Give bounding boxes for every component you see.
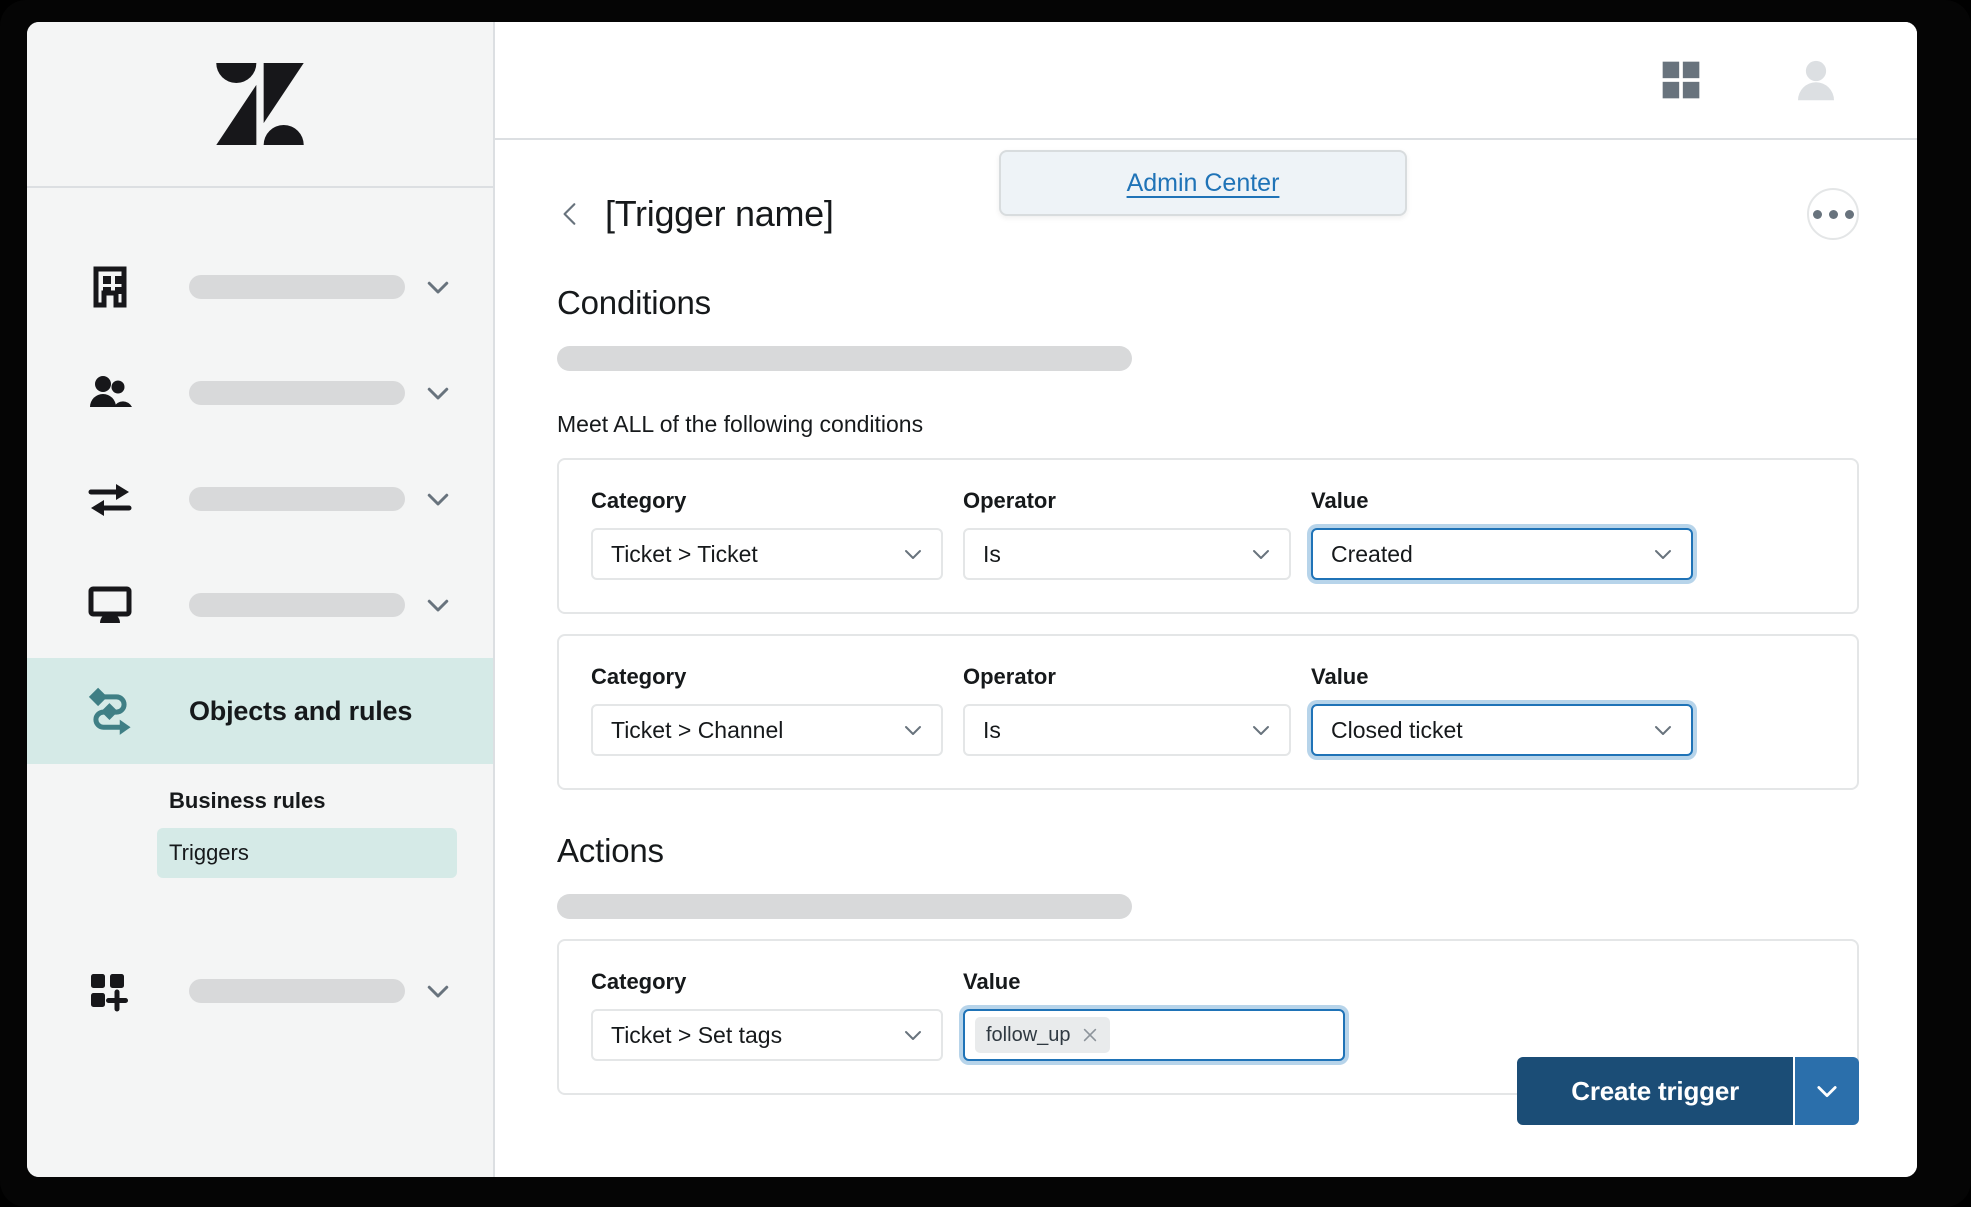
monitor-icon	[83, 578, 137, 632]
sidebar-item-4[interactable]	[27, 552, 493, 658]
select-value: Is	[983, 540, 1001, 567]
page-content: [Trigger name] Conditions Meet ALL of th…	[495, 140, 1917, 1095]
avatar[interactable]	[1789, 53, 1843, 107]
two-way-arrows-icon	[83, 472, 137, 526]
condition-row: Category Ticket > Ticket Operator Is Val…	[557, 458, 1859, 614]
sidebar-item-6[interactable]	[27, 938, 493, 1044]
field-label-value: Value	[1311, 488, 1369, 513]
meet-all-label: Meet ALL of the following conditions	[557, 411, 924, 437]
footer-actions: Create trigger	[1517, 1057, 1859, 1125]
condition-value-select[interactable]: Closed ticket	[1311, 704, 1693, 756]
apps-add-icon	[83, 964, 137, 1018]
chevron-down-icon	[905, 726, 921, 735]
sidebar-item-3[interactable]	[27, 446, 493, 552]
logo-area	[27, 22, 493, 188]
chevron-down-icon[interactable]	[423, 378, 453, 408]
create-trigger-dropdown-button[interactable]	[1793, 1057, 1859, 1125]
grid-icon[interactable]	[1659, 58, 1703, 102]
select-value: Created	[1331, 540, 1413, 567]
field-label-value: Value	[963, 969, 1021, 994]
sidebar-item-skeleton	[189, 381, 405, 405]
condition-category-select[interactable]: Ticket > Ticket	[591, 528, 943, 580]
page-title: [Trigger name]	[605, 193, 834, 234]
more-options-icon	[1844, 209, 1854, 219]
select-value: Ticket > Ticket	[611, 540, 758, 567]
condition-value-field: Value Closed ticket	[1311, 664, 1693, 756]
sidebar: Objects and rules Business rules Trigger…	[27, 22, 495, 1177]
chevron-down-icon	[1817, 1086, 1837, 1098]
condition-value-field: Value Created	[1311, 488, 1693, 580]
sidebar-item-skeleton	[189, 487, 405, 511]
building-icon	[83, 260, 137, 314]
chevron-down-icon[interactable]	[423, 590, 453, 620]
condition-operator-field: Operator Is	[963, 664, 1291, 756]
field-label-operator: Operator	[963, 488, 1056, 513]
condition-value-select[interactable]: Created	[1311, 528, 1693, 580]
action-category-field: Category Ticket > Set tags	[591, 969, 943, 1061]
sidebar-subitem-triggers[interactable]: Triggers	[157, 828, 457, 878]
sidebar-item-label: Objects and rules	[189, 695, 413, 726]
people-icon	[83, 366, 137, 420]
chevron-down-icon	[1655, 726, 1671, 735]
action-category-select[interactable]: Ticket > Set tags	[591, 1009, 943, 1061]
sidebar-item-skeleton	[189, 979, 405, 1003]
sidebar-item-skeleton	[189, 275, 405, 299]
sidebar-item-2[interactable]	[27, 340, 493, 446]
condition-category-field: Category Ticket > Channel	[591, 664, 943, 756]
action-tags-input[interactable]: follow_up	[963, 1009, 1345, 1061]
field-label-value: Value	[1311, 664, 1369, 689]
sidebar-item-1[interactable]	[27, 234, 493, 340]
condition-operator-field: Operator Is	[963, 488, 1291, 580]
app-window: Objects and rules Business rules Trigger…	[27, 22, 1917, 1177]
chevron-down-icon[interactable]	[423, 272, 453, 302]
actions-heading: Actions	[557, 832, 664, 869]
chevron-down-icon	[1655, 550, 1671, 559]
condition-operator-select[interactable]: Is	[963, 528, 1291, 580]
sidebar-subnav: Business rules Triggers	[27, 764, 493, 878]
more-options-icon	[1812, 209, 1822, 219]
more-options-icon	[1828, 209, 1838, 219]
back-chevron-icon[interactable]	[557, 197, 583, 231]
sidebar-item-objects-and-rules[interactable]: Objects and rules	[27, 658, 493, 764]
chevron-down-icon[interactable]	[423, 484, 453, 514]
main-area: Admin Center [Trigger name] Conditions M…	[495, 22, 1917, 1177]
tag-chip-label: follow_up	[986, 1023, 1071, 1046]
select-value: Ticket > Set tags	[611, 1021, 783, 1048]
admin-center-dropdown[interactable]: Admin Center	[999, 150, 1407, 216]
screen-frame: Objects and rules Business rules Trigger…	[0, 0, 1971, 1207]
condition-category-field: Category Ticket > Ticket	[591, 488, 943, 580]
chevron-down-icon	[1253, 550, 1269, 559]
zendesk-logo[interactable]	[214, 63, 306, 145]
chevron-down-icon	[905, 550, 921, 559]
more-options-button[interactable]	[1807, 188, 1859, 240]
sidebar-item-skeleton	[189, 593, 405, 617]
topbar	[495, 22, 1917, 140]
create-trigger-button[interactable]: Create trigger	[1517, 1057, 1793, 1125]
condition-category-select[interactable]: Ticket > Channel	[591, 704, 943, 756]
tag-chip[interactable]: follow_up	[975, 1017, 1110, 1053]
field-label-operator: Operator	[963, 664, 1056, 689]
objects-rules-icon	[83, 684, 137, 738]
chevron-down-icon[interactable]	[423, 976, 453, 1006]
subnav-heading-business-rules: Business rules	[169, 788, 326, 813]
actions-description-skeleton	[557, 894, 1132, 919]
select-value: Ticket > Channel	[611, 716, 784, 743]
condition-operator-select[interactable]: Is	[963, 704, 1291, 756]
select-value: Is	[983, 716, 1001, 743]
sidebar-nav-list: Objects and rules Business rules Trigger…	[27, 188, 493, 1044]
condition-row: Category Ticket > Channel Operator Is Va…	[557, 634, 1859, 790]
admin-center-link[interactable]: Admin Center	[1127, 169, 1280, 198]
conditions-description-skeleton	[557, 346, 1132, 371]
chevron-down-icon	[1253, 726, 1269, 735]
field-label-category: Category	[591, 969, 687, 994]
action-value-field: Value follow_up	[963, 969, 1345, 1061]
remove-tag-icon[interactable]	[1081, 1026, 1099, 1044]
chevron-down-icon	[905, 1031, 921, 1040]
select-value: Closed ticket	[1331, 716, 1463, 743]
conditions-heading: Conditions	[557, 284, 711, 321]
field-label-category: Category	[591, 664, 687, 689]
field-label-category: Category	[591, 488, 687, 513]
